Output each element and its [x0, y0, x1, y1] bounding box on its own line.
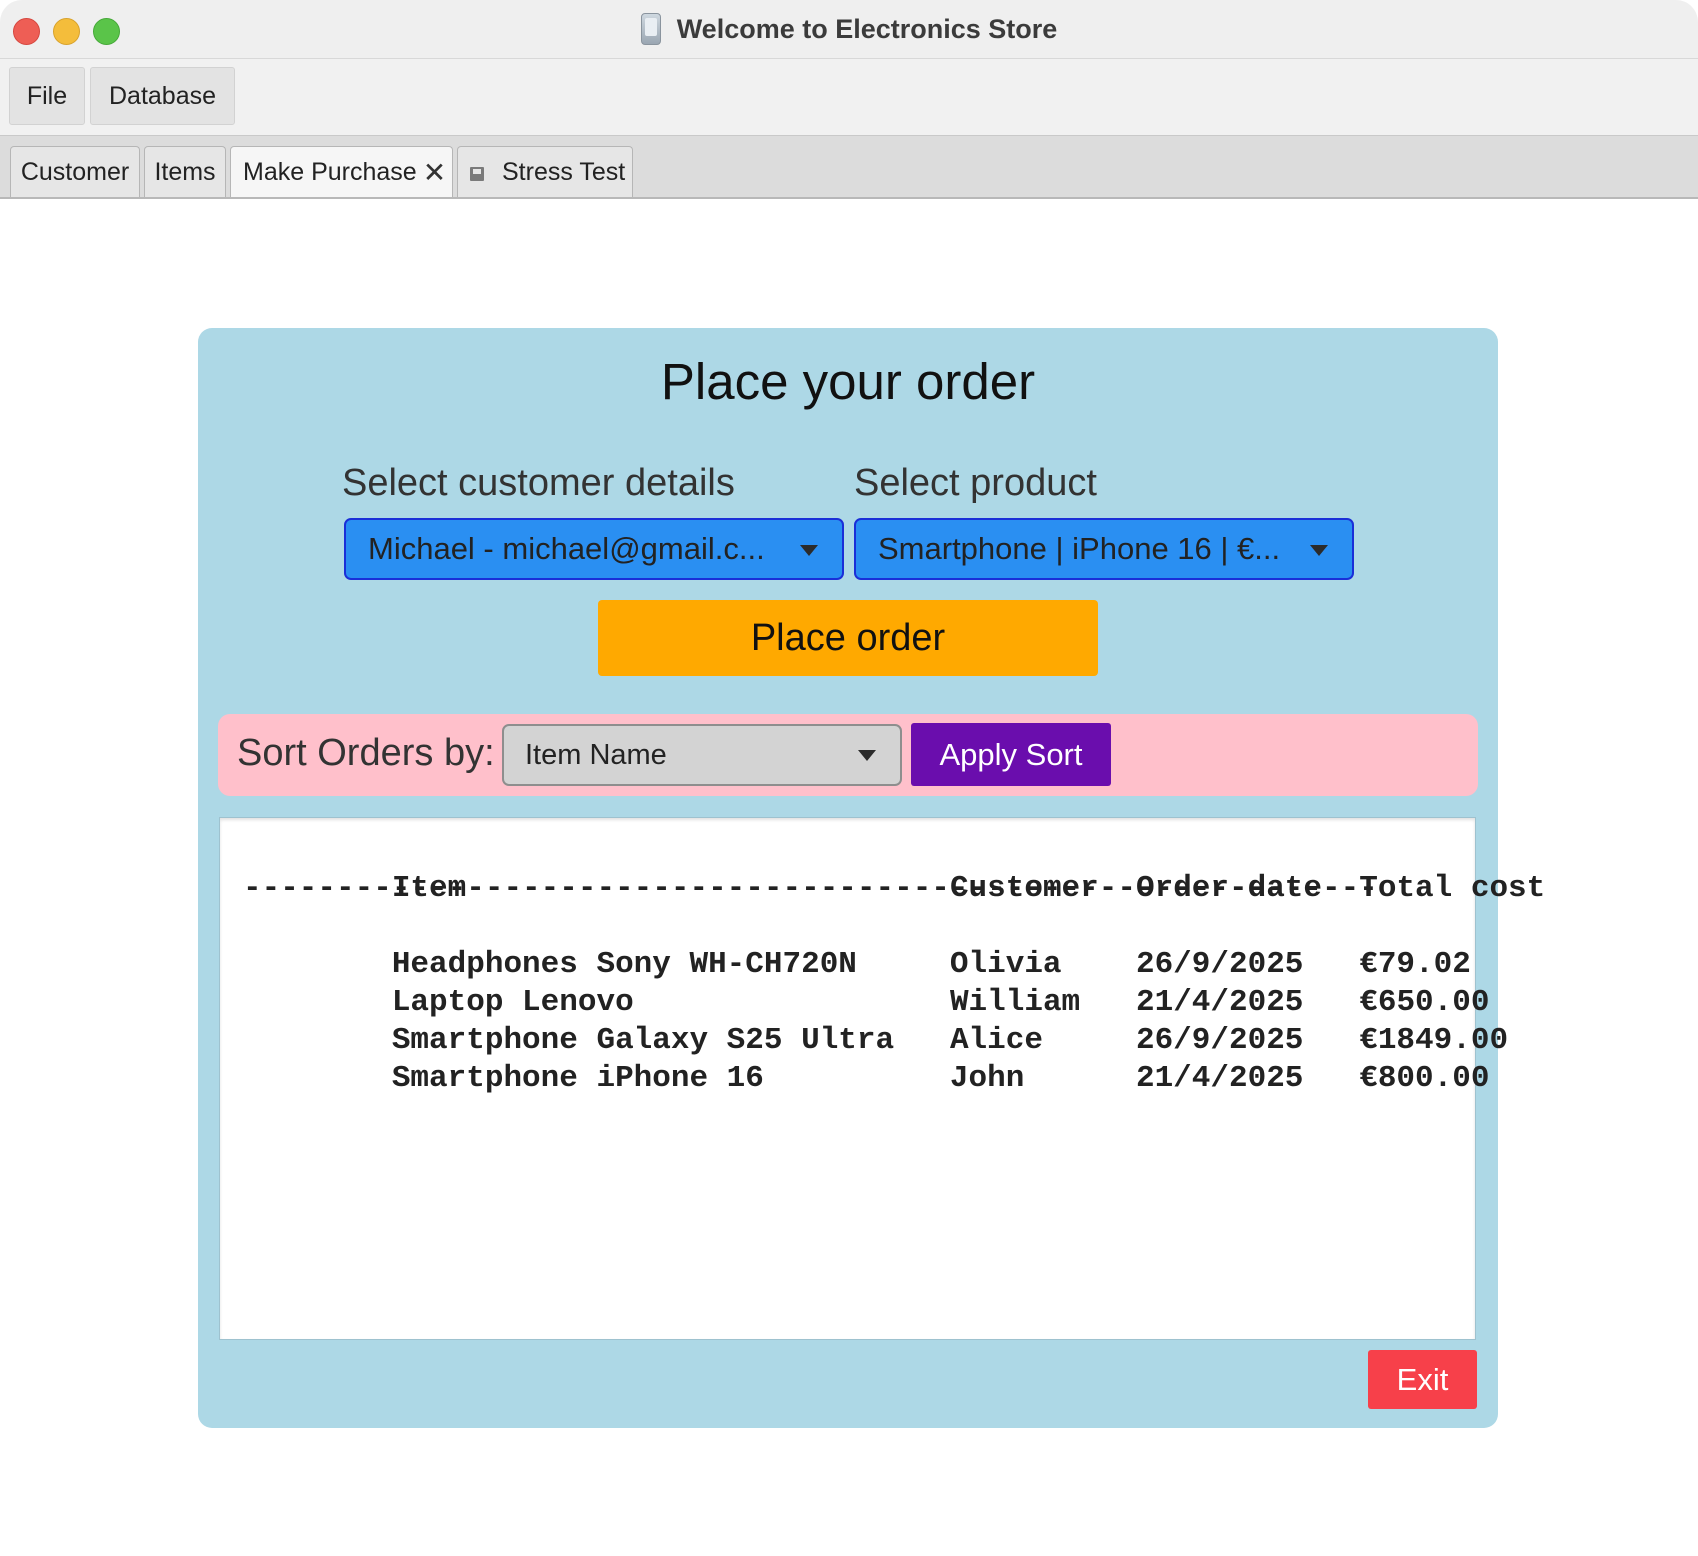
customer-dropdown[interactable]: Michael - michael@gmail.c... — [344, 518, 844, 580]
sort-label: Sort Orders by: — [237, 732, 495, 774]
order-item: Smartphone Galaxy S25 Ultra — [391, 1023, 895, 1058]
column-header-total-cost: Total cost — [1359, 871, 1546, 906]
menu-bar: File Database — [0, 59, 1698, 136]
tab-customer[interactable]: Customer — [10, 146, 140, 197]
orders-header-row: Item Customer Order date Total cost — [243, 832, 1545, 906]
tab-label: Stress Test — [502, 157, 626, 186]
chevron-down-icon — [800, 545, 818, 556]
tab-label: Items — [154, 157, 216, 186]
order-date: 21/4/2025 — [1135, 1061, 1304, 1096]
tab-label: Customer — [20, 157, 130, 186]
order-customer: William — [949, 985, 1081, 1020]
order-total: €650.00 — [1359, 985, 1490, 1020]
order-date: 21/4/2025 — [1135, 985, 1304, 1020]
order-customer: Olivia — [949, 947, 1062, 982]
order-item: Laptop Lenovo — [391, 985, 634, 1020]
product-dropdown[interactable]: Smartphone | iPhone 16 | €... — [854, 518, 1354, 580]
menu-file[interactable]: File — [9, 67, 85, 125]
tab-items[interactable]: Items — [144, 146, 226, 197]
window-title: Welcome to Electronics Store — [676, 13, 1058, 44]
table-row: Headphones Sony WH-CH720N Olivia 26/9/20… — [243, 908, 1475, 982]
chevron-down-icon — [1310, 545, 1328, 556]
order-item: Smartphone iPhone 16 — [391, 1061, 764, 1096]
tab-make-purchase[interactable]: Make Purchase ✕ — [230, 146, 453, 197]
customer-dropdown-value: Michael - michael@gmail.c... — [368, 531, 765, 566]
product-dropdown-value: Smartphone | iPhone 16 | €... — [878, 531, 1281, 566]
order-total: €79.02 — [1359, 947, 1471, 982]
order-customer: John — [949, 1061, 1025, 1096]
sort-dropdown[interactable]: Item Name — [502, 724, 902, 786]
apply-sort-button[interactable]: Apply Sort — [911, 723, 1111, 786]
order-customer: Alice — [949, 1023, 1043, 1058]
order-panel: Place your order Select customer details… — [198, 328, 1545, 1428]
tab-label: Make Purchase — [243, 157, 417, 186]
menu-database[interactable]: Database — [90, 67, 235, 125]
place-order-button[interactable]: Place order — [598, 600, 1098, 676]
page-title: Place your order — [660, 353, 1036, 410]
sort-bar: Sort Orders by: Item Name Apply Sort — [218, 714, 1478, 796]
customer-select-label: Select customer details — [342, 462, 735, 504]
floppy-disk-icon — [470, 167, 484, 181]
order-date: 26/9/2025 — [1135, 947, 1304, 982]
sort-dropdown-value: Item Name — [525, 738, 667, 771]
order-total: €1849.00 — [1359, 1023, 1509, 1058]
order-date: 26/9/2025 — [1135, 1023, 1304, 1058]
order-total: €800.00 — [1359, 1061, 1490, 1096]
tab-bar: Customer Items Make Purchase ✕ Stress Te… — [0, 136, 1698, 199]
exit-button[interactable]: Exit — [1368, 1350, 1477, 1409]
app-window: Welcome to Electronics Store File Databa… — [0, 0, 1698, 1556]
chevron-down-icon — [858, 750, 876, 761]
order-item: Headphones Sony WH-CH720N — [391, 947, 857, 982]
product-select-label: Select product — [854, 462, 1097, 504]
orders-text-area[interactable]: Item Customer Order date Total cost ----… — [219, 817, 1545, 1340]
close-icon[interactable]: ✕ — [423, 156, 446, 189]
title-bar: Welcome to Electronics Store — [0, 0, 1698, 59]
tab-stress-test[interactable]: Stress Test — [457, 146, 633, 197]
orders-separator: ----------------------------------------… — [243, 871, 1378, 906]
phone-icon — [640, 13, 661, 45]
window-title-area: Welcome to Electronics Store — [0, 0, 1698, 58]
